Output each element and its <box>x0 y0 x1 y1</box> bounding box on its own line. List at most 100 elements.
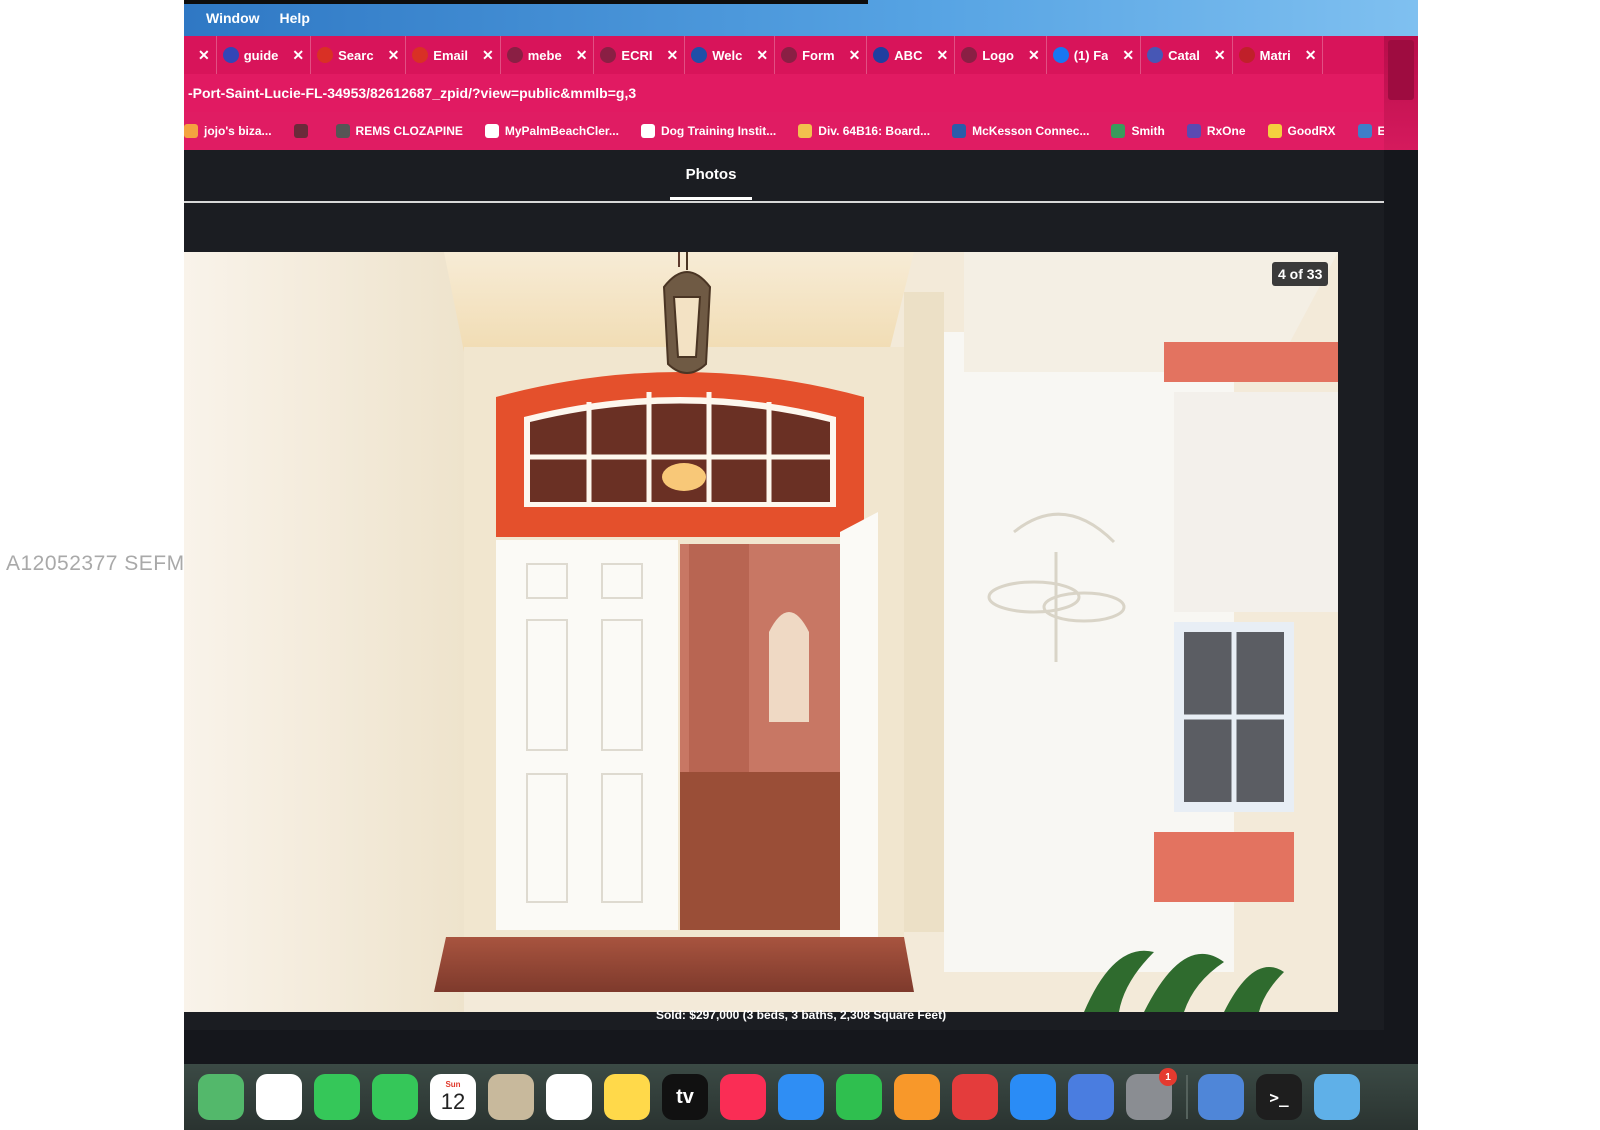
close-icon[interactable]: ✕ <box>576 47 588 64</box>
bookmark-item[interactable]: jojo's biza... <box>184 124 272 138</box>
terminal-icon[interactable]: >_ <box>1256 1074 1302 1120</box>
close-icon[interactable]: ✕ <box>388 47 400 64</box>
close-icon[interactable]: ✕ <box>1028 47 1040 64</box>
close-icon[interactable]: ✕ <box>1214 47 1226 64</box>
browser-tab[interactable]: Welc ✕ <box>685 36 776 74</box>
calendar-icon[interactable]: Sun 12 <box>430 1074 476 1120</box>
address-bar[interactable]: -Port-Saint-Lucie-FL-34953/82612687_zpid… <box>184 74 1384 112</box>
tab-title: (1) Fa <box>1073 47 1109 63</box>
favicon-icon <box>317 47 334 63</box>
close-icon[interactable]: ✕ <box>1122 47 1134 64</box>
favicon-icon <box>873 47 890 63</box>
browser-tab[interactable]: Matri ✕ <box>1233 36 1324 74</box>
tab-title: Searc <box>338 47 374 63</box>
close-icon[interactable]: ✕ <box>1305 47 1317 64</box>
notes-icon[interactable] <box>604 1074 650 1120</box>
bookmark-item[interactable]: GoodRX <box>1267 124 1336 138</box>
bookmark-label: GoodRX <box>1287 124 1336 138</box>
favicon-icon <box>506 47 523 63</box>
bookmark-item[interactable] <box>293 124 314 138</box>
bookmark-item[interactable]: Div. 64B16: Board... <box>798 124 930 138</box>
tab-title: Welc <box>712 47 743 63</box>
disk-utility-icon[interactable] <box>1314 1074 1360 1120</box>
browser-tab[interactable]: Searc ✕ <box>311 36 407 74</box>
bookmark-icon <box>1186 124 1201 138</box>
tab-title: Catal <box>1168 47 1200 63</box>
close-icon[interactable]: ✕ <box>292 47 304 64</box>
browser-tab[interactable]: Form ✕ <box>775 36 868 74</box>
music-icon[interactable] <box>720 1074 766 1120</box>
favicon-icon <box>1147 47 1164 63</box>
browser-tab[interactable]: mebe ✕ <box>501 36 595 74</box>
apple-tv-icon[interactable]: tv <box>662 1074 708 1120</box>
facetime-icon[interactable] <box>314 1074 360 1120</box>
browser-tab[interactable]: Email ✕ <box>406 36 501 74</box>
close-icon[interactable]: ✕ <box>198 47 210 64</box>
bookmark-item[interactable]: MyPalmBeachCler... <box>484 124 619 138</box>
browser-tab[interactable]: guide ✕ <box>217 36 312 74</box>
close-icon[interactable]: ✕ <box>756 47 768 64</box>
bookmark-label: MyPalmBeachCler... <box>504 124 619 138</box>
bookmark-item[interactable]: E-FORCSE® <box>1357 124 1384 138</box>
loading-bar <box>184 0 868 4</box>
remote-icon[interactable] <box>1198 1074 1244 1120</box>
bookmark-item[interactable]: REMS CLOZAPINE <box>335 124 463 138</box>
keynote-icon[interactable] <box>778 1074 824 1120</box>
tab-title: ECRI <box>621 47 653 63</box>
menu-window[interactable]: Window <box>206 10 260 26</box>
listing-photo[interactable] <box>184 252 1338 1012</box>
simulator-icon[interactable] <box>1068 1074 1114 1120</box>
calendar-month: Sun <box>445 1079 461 1089</box>
numbers-icon[interactable] <box>836 1074 882 1120</box>
bookmark-icon <box>798 124 813 138</box>
dock-separator <box>1186 1075 1188 1119</box>
bookmark-label: McKesson Connec... <box>972 124 1090 138</box>
bookmark-icon <box>1111 124 1126 138</box>
menu-help[interactable]: Help <box>280 10 310 26</box>
browser-tab[interactable]: Logo ✕ <box>955 36 1047 74</box>
bookmark-icon <box>952 124 967 138</box>
reminders-icon[interactable] <box>546 1074 592 1120</box>
photos-icon[interactable] <box>256 1074 302 1120</box>
bookmark-label: Dog Training Instit... <box>660 124 777 138</box>
bookmark-icon <box>640 124 655 138</box>
contacts-icon[interactable] <box>488 1074 534 1120</box>
bookmark-label: jojo's biza... <box>204 124 272 138</box>
close-icon[interactable]: ✕ <box>482 47 494 64</box>
favicon-icon <box>691 47 708 63</box>
apple-tv-label: tv <box>676 1085 694 1108</box>
close-icon[interactable]: ✕ <box>666 47 678 64</box>
phone-icon[interactable] <box>372 1074 418 1120</box>
favicon-icon <box>600 47 617 63</box>
browser-tab[interactable]: ABC ✕ <box>867 36 956 74</box>
settings-icon[interactable]: 1 <box>1126 1068 1177 1120</box>
tab-title: Email <box>433 47 468 63</box>
edge-thumb <box>1388 40 1414 100</box>
tab-title: guide <box>243 47 279 63</box>
bookmark-icon <box>1357 124 1372 138</box>
bookmark-item[interactable]: Smith <box>1111 124 1165 138</box>
maps-icon[interactable] <box>198 1074 244 1120</box>
front-entry-photo <box>184 252 1338 1012</box>
browser-tab[interactable]: (1) Fa ✕ <box>1047 36 1142 74</box>
bookmark-item[interactable]: McKesson Connec... <box>952 124 1089 138</box>
favicon-icon <box>1238 47 1255 63</box>
tab-partial[interactable]: ✕ <box>184 36 217 74</box>
photo-counter: 4 of 33 <box>1272 262 1329 286</box>
close-icon[interactable]: ✕ <box>849 47 861 64</box>
close-icon[interactable]: ✕ <box>936 47 948 64</box>
bookmark-item[interactable]: RxOne <box>1186 124 1246 138</box>
tab-title: Logo <box>982 47 1014 63</box>
tab-title: mebe <box>527 47 562 63</box>
app-store-icon[interactable] <box>1010 1074 1056 1120</box>
bookmark-item[interactable]: Dog Training Instit... <box>640 124 777 138</box>
tab-photos[interactable]: Photos <box>670 158 752 200</box>
pages-icon[interactable] <box>894 1074 940 1120</box>
favicon-icon <box>781 47 798 63</box>
monitor-screen: Window Help ✕ guide ✕ Searc ✕ Email ✕ mebe ✕ ECR… <box>184 0 1418 1130</box>
listing-page: Photos 4 of 33 Sold: $297,000 (3 beds, 3… <box>184 150 1384 1030</box>
browser-tab[interactable]: Catal ✕ <box>1141 36 1233 74</box>
macos-dock: Sun 12 tv 1 >_ <box>184 1064 1418 1130</box>
browser-tab[interactable]: ECRI ✕ <box>594 36 686 74</box>
rocket-icon[interactable] <box>952 1074 998 1120</box>
